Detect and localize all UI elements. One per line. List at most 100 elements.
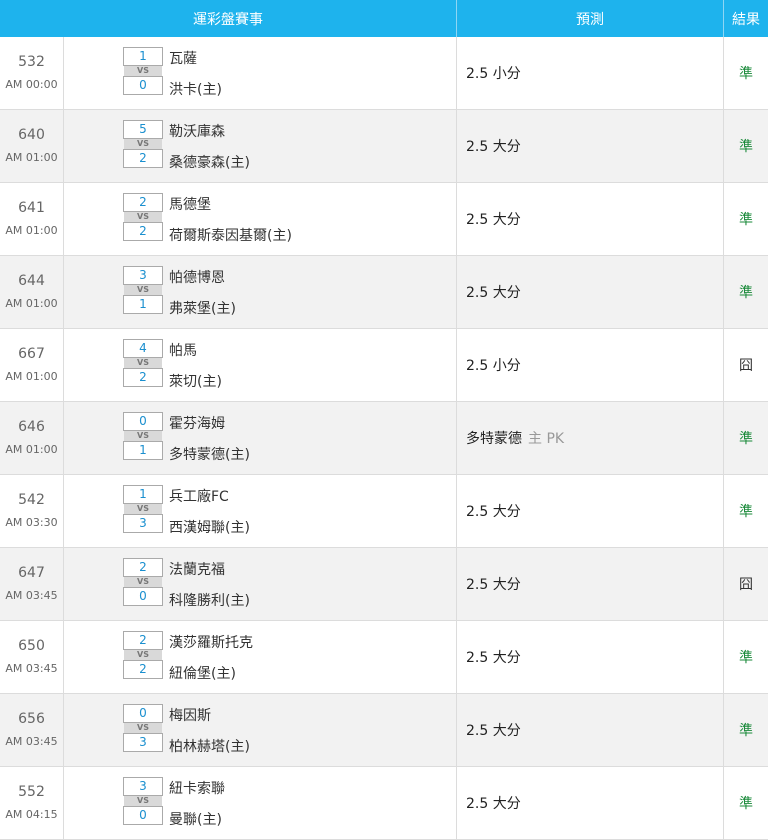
vs-label: VS (124, 577, 162, 587)
away-team[interactable]: 帕德博恩 (169, 267, 225, 287)
table-row[interactable]: 552 AM 04:15 3 VS 0 紐卡索聯 曼聯(主) 2.5 大分 準 (0, 767, 768, 840)
result-badge: 準 (739, 66, 753, 82)
home-team[interactable]: 曼聯(主) (169, 809, 222, 829)
away-score: 5 (123, 120, 163, 139)
match-cell: 1 VS 0 瓦薩 洪卡(主) (64, 37, 457, 109)
result-cell: 準 (724, 110, 768, 182)
prediction-main: 2.5 大分 (466, 139, 521, 155)
away-score: 2 (123, 558, 163, 577)
table-row[interactable]: 667 AM 01:00 4 VS 2 帕馬 萊切(主) 2.5 小分 囧 (0, 329, 768, 402)
match-number: 532 (18, 54, 45, 70)
vs-label: VS (124, 431, 162, 441)
match-time-cell: 641 AM 01:00 (0, 183, 64, 255)
match-cell: 2 VS 2 馬德堡 荷爾斯泰因基爾(主) (64, 183, 457, 255)
table-row[interactable]: 647 AM 03:45 2 VS 0 法蘭克福 科隆勝利(主) 2.5 大分 … (0, 548, 768, 621)
score-box: 0 VS 1 (123, 412, 163, 460)
vs-label: VS (124, 358, 162, 368)
match-cell: 2 VS 0 法蘭克福 科隆勝利(主) (64, 548, 457, 620)
prediction-main: 2.5 大分 (466, 212, 521, 228)
match-time-cell: 647 AM 03:45 (0, 548, 64, 620)
result-cell: 準 (724, 475, 768, 547)
match-time: AM 01:00 (5, 224, 58, 237)
table-header: 運彩盤賽事 預測 結果 (0, 0, 768, 37)
home-team[interactable]: 弗萊堡(主) (169, 298, 236, 318)
away-team[interactable]: 勒沃庫森 (169, 121, 225, 141)
table-row[interactable]: 640 AM 01:00 5 VS 2 勒沃庫森 桑德豪森(主) 2.5 大分 … (0, 110, 768, 183)
home-team[interactable]: 西漢姆聯(主) (169, 517, 250, 537)
match-time: AM 03:45 (5, 589, 58, 602)
prediction-cell: 2.5 大分 (457, 475, 724, 547)
away-score: 3 (123, 777, 163, 796)
table-row[interactable]: 641 AM 01:00 2 VS 2 馬德堡 荷爾斯泰因基爾(主) 2.5 大… (0, 183, 768, 256)
home-score: 2 (123, 660, 163, 679)
vs-label: VS (124, 650, 162, 660)
table-row[interactable]: 656 AM 03:45 0 VS 3 梅因斯 柏林赫塔(主) 2.5 大分 準 (0, 694, 768, 767)
vs-label: VS (124, 66, 162, 76)
vs-label: VS (124, 723, 162, 733)
table-row[interactable]: 644 AM 01:00 3 VS 1 帕德博恩 弗萊堡(主) 2.5 大分 準 (0, 256, 768, 329)
away-team[interactable]: 帕馬 (169, 340, 197, 360)
home-team[interactable]: 柏林赫塔(主) (169, 736, 250, 756)
home-score: 0 (123, 806, 163, 825)
match-time-cell: 542 AM 03:30 (0, 475, 64, 547)
score-box: 3 VS 0 (123, 777, 163, 825)
vs-label: VS (124, 504, 162, 514)
home-team[interactable]: 紐倫堡(主) (169, 663, 236, 683)
match-number: 640 (18, 127, 45, 143)
home-team[interactable]: 萊切(主) (169, 371, 222, 391)
vs-label: VS (124, 139, 162, 149)
away-team[interactable]: 瓦薩 (169, 48, 197, 68)
vs-label: VS (124, 796, 162, 806)
result-cell: 準 (724, 183, 768, 255)
prediction-main: 2.5 大分 (466, 723, 521, 739)
match-cell: 0 VS 3 梅因斯 柏林赫塔(主) (64, 694, 457, 766)
away-score: 1 (123, 47, 163, 66)
match-number: 656 (18, 711, 45, 727)
home-score: 2 (123, 149, 163, 168)
score-box: 3 VS 1 (123, 266, 163, 314)
score-box: 1 VS 3 (123, 485, 163, 533)
away-team[interactable]: 馬德堡 (169, 194, 211, 214)
away-team[interactable]: 兵工廠FC (169, 486, 229, 506)
result-badge: 囧 (739, 358, 753, 374)
prediction-cell: 多特蒙德 主 PK (457, 402, 724, 474)
table-row[interactable]: 532 AM 00:00 1 VS 0 瓦薩 洪卡(主) 2.5 小分 準 (0, 37, 768, 110)
result-cell: 準 (724, 767, 768, 839)
prediction-main: 多特蒙德 (466, 431, 522, 447)
match-time: AM 04:15 (5, 808, 58, 821)
prediction-main: 2.5 大分 (466, 577, 521, 593)
prediction-cell: 2.5 大分 (457, 256, 724, 328)
away-team[interactable]: 梅因斯 (169, 705, 211, 725)
match-time: AM 03:45 (5, 735, 58, 748)
home-team[interactable]: 洪卡(主) (169, 79, 222, 99)
table-row[interactable]: 646 AM 01:00 0 VS 1 霍芬海姆 多特蒙德(主) 多特蒙德 主 … (0, 402, 768, 475)
vs-label: VS (124, 285, 162, 295)
table-row[interactable]: 542 AM 03:30 1 VS 3 兵工廠FC 西漢姆聯(主) 2.5 大分… (0, 475, 768, 548)
home-team[interactable]: 桑德豪森(主) (169, 152, 250, 172)
home-score: 3 (123, 514, 163, 533)
vs-label: VS (124, 212, 162, 222)
result-cell: 準 (724, 694, 768, 766)
prediction-cell: 2.5 大分 (457, 548, 724, 620)
away-team[interactable]: 霍芬海姆 (169, 413, 225, 433)
home-team[interactable]: 多特蒙德(主) (169, 444, 250, 464)
match-number: 646 (18, 419, 45, 435)
home-team[interactable]: 科隆勝利(主) (169, 590, 250, 610)
match-number: 644 (18, 273, 45, 289)
table-row[interactable]: 650 AM 03:45 2 VS 2 漢莎羅斯托克 紐倫堡(主) 2.5 大分… (0, 621, 768, 694)
result-badge: 囧 (739, 577, 753, 593)
prediction-main: 2.5 小分 (466, 66, 521, 82)
away-team[interactable]: 漢莎羅斯托克 (169, 632, 253, 652)
header-result: 結果 (732, 11, 760, 28)
home-score: 2 (123, 222, 163, 241)
match-list: 532 AM 00:00 1 VS 0 瓦薩 洪卡(主) 2.5 小分 準 64… (0, 37, 768, 840)
away-team[interactable]: 法蘭克福 (169, 559, 225, 579)
match-time: AM 01:00 (5, 370, 58, 383)
home-team[interactable]: 荷爾斯泰因基爾(主) (169, 225, 292, 245)
match-cell: 0 VS 1 霍芬海姆 多特蒙德(主) (64, 402, 457, 474)
match-number: 647 (18, 565, 45, 581)
away-score: 4 (123, 339, 163, 358)
away-team[interactable]: 紐卡索聯 (169, 778, 225, 798)
match-cell: 1 VS 3 兵工廠FC 西漢姆聯(主) (64, 475, 457, 547)
result-cell: 囧 (724, 329, 768, 401)
